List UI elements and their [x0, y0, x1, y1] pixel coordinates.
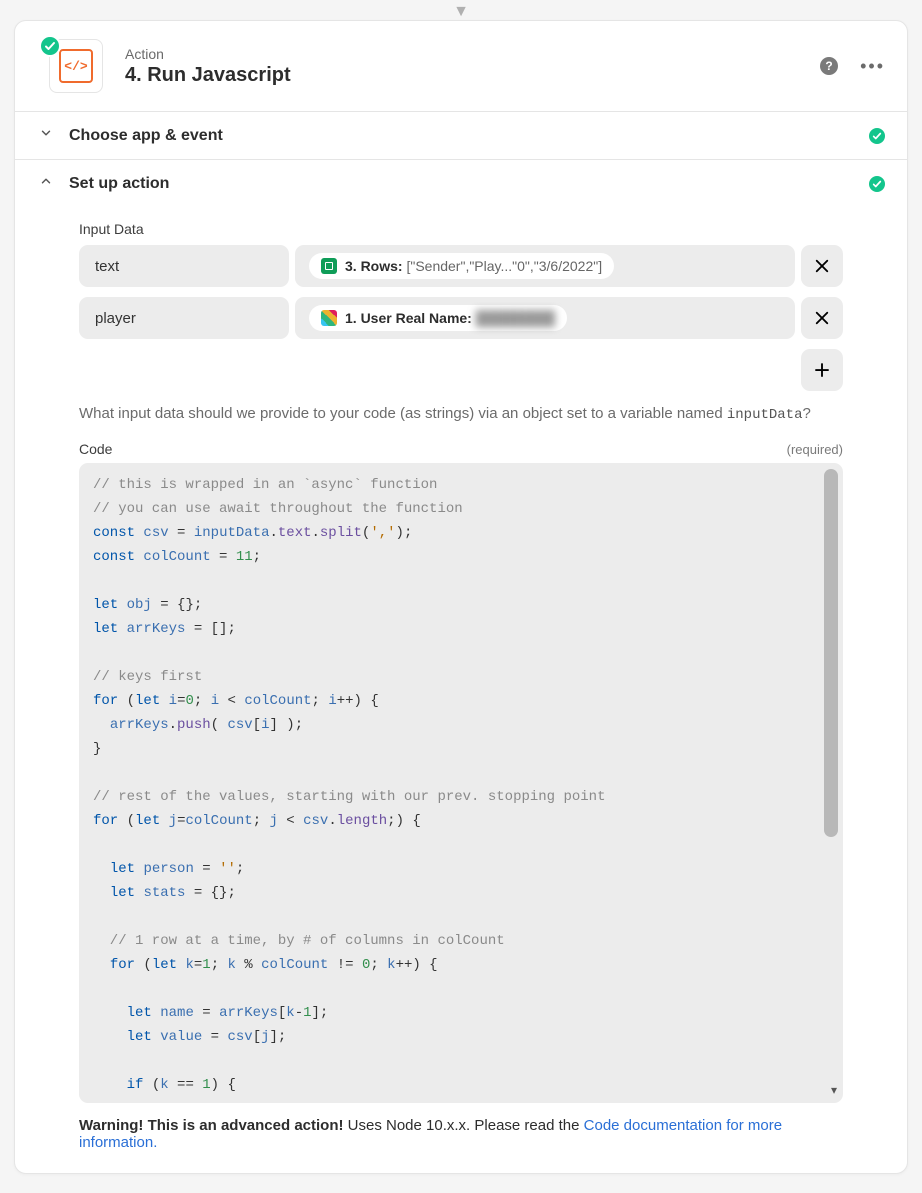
section-status-check-icon	[869, 128, 885, 144]
input-key-field[interactable]: text	[79, 245, 289, 287]
close-icon	[813, 309, 831, 327]
code-content[interactable]: // this is wrapped in an `async` functio…	[93, 473, 835, 1097]
input-value-field[interactable]: 1. User Real Name: ████████	[295, 297, 795, 339]
remove-row-button[interactable]	[801, 297, 843, 339]
slack-icon	[321, 310, 337, 326]
action-card: </> Action 4. Run Javascript ? ••• Choos…	[14, 20, 908, 1174]
helper-code: inputData	[727, 407, 803, 423]
step-connector-arrow: ▼	[0, 0, 922, 20]
close-icon	[813, 257, 831, 275]
code-icon: </>	[59, 49, 93, 83]
sheets-icon	[321, 258, 337, 274]
scroll-down-icon[interactable]: ▾	[831, 1083, 837, 1097]
chevron-up-icon	[37, 174, 55, 193]
chip-value: ["Sender","Play..."0","3/6/2022"]	[406, 258, 602, 274]
chip-prefix: 1. User Real Name:	[345, 310, 472, 326]
section-status-check-icon	[869, 176, 885, 192]
status-check-icon	[39, 35, 61, 57]
chip-prefix: 3. Rows:	[345, 258, 403, 274]
chip-value: ████████	[476, 310, 555, 326]
value-chip[interactable]: 3. Rows: ["Sender","Play..."0","3/6/2022…	[309, 253, 614, 279]
help-icon[interactable]: ?	[820, 57, 838, 75]
warning-text: Warning! This is an advanced action! Use…	[79, 1117, 843, 1151]
input-data-row: player 1. User Real Name: ████████	[79, 297, 843, 339]
input-data-label: Input Data	[79, 221, 843, 237]
section-choose-app-event[interactable]: Choose app & event	[15, 111, 907, 159]
card-header: </> Action 4. Run Javascript ? •••	[15, 21, 907, 111]
scrollbar-thumb[interactable]	[824, 469, 838, 837]
section-setup-action[interactable]: Set up action	[15, 159, 907, 207]
plus-icon	[813, 361, 831, 379]
remove-row-button[interactable]	[801, 245, 843, 287]
code-editor[interactable]: // this is wrapped in an `async` functio…	[79, 463, 843, 1103]
section-title: Choose app & event	[69, 127, 223, 145]
input-data-row: text 3. Rows: ["Sender","Play..."0","3/6…	[79, 245, 843, 287]
more-menu-icon[interactable]: •••	[860, 56, 885, 77]
input-value-field[interactable]: 3. Rows: ["Sender","Play..."0","3/6/2022…	[295, 245, 795, 287]
code-label: Code	[79, 441, 112, 457]
input-key-field[interactable]: player	[79, 297, 289, 339]
required-label: (required)	[787, 442, 843, 457]
input-data-helper: What input data should we provide to you…	[79, 405, 843, 423]
chevron-down-icon	[37, 126, 55, 145]
action-label: Action	[125, 46, 291, 62]
value-chip[interactable]: 1. User Real Name: ████████	[309, 305, 567, 331]
add-row-button[interactable]	[801, 349, 843, 391]
action-title: 4. Run Javascript	[125, 64, 291, 87]
section-title: Set up action	[69, 175, 169, 193]
setup-action-body: Input Data text 3. Rows: ["Sender","Play…	[15, 207, 907, 1173]
